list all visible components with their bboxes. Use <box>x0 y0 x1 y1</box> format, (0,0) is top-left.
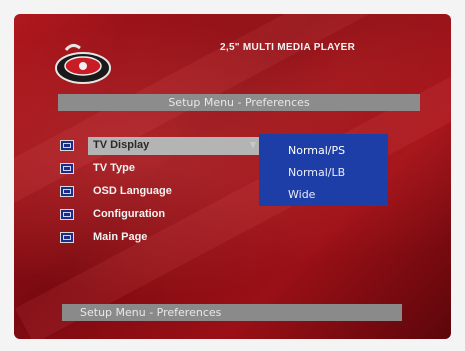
option-normal-ps[interactable]: Normal/PS <box>259 140 388 162</box>
menu-item-label: Main Page <box>93 231 148 243</box>
menu-item-osd-language[interactable]: OSD Language <box>60 184 250 207</box>
return-icon <box>60 232 74 243</box>
menu-item-label: OSD Language <box>93 185 172 197</box>
menu-item-label: TV Display <box>93 139 150 151</box>
footer-title-bar: Setup Menu - Preferences <box>62 304 402 321</box>
brand-title: 2,5" MULTI MEDIA PLAYER <box>220 42 356 53</box>
configuration-icon <box>60 209 74 220</box>
option-normal-lb[interactable]: Normal/LB <box>259 162 388 184</box>
tv-type-icon <box>60 163 74 174</box>
menu-item-main-page[interactable]: Main Page <box>60 230 250 253</box>
tv-display-icon <box>60 140 74 151</box>
header-title-bar: Setup Menu - Preferences <box>58 94 420 111</box>
logo-icon <box>55 43 111 84</box>
tv-display-submenu: Normal/PS Normal/LB Wide <box>259 134 388 206</box>
menu-item-configuration[interactable]: Configuration <box>60 207 250 230</box>
setup-menu: TV Display TV Type OSD Language Configur… <box>60 137 271 253</box>
menu-item-tv-display[interactable]: TV Display <box>60 137 271 161</box>
submenu-caret-icon <box>250 142 256 149</box>
language-icon <box>60 186 74 197</box>
menu-item-label: Configuration <box>93 208 166 220</box>
menu-item-label: TV Type <box>93 162 135 174</box>
menu-item-tv-type[interactable]: TV Type <box>60 161 250 184</box>
option-wide[interactable]: Wide <box>259 184 388 206</box>
